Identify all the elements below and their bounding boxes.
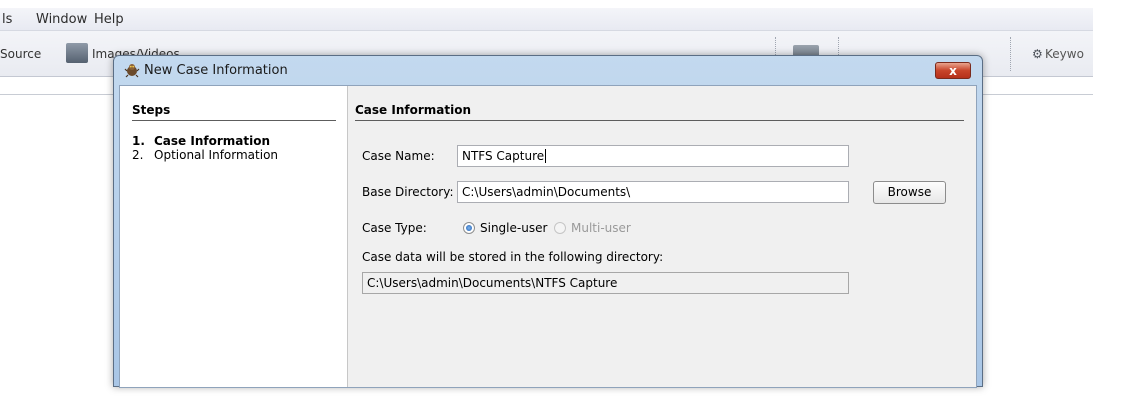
menu-help[interactable]: Help: [94, 12, 124, 27]
text-cursor: [545, 149, 547, 163]
case-name-value: NTFS Capture: [462, 149, 545, 163]
app-right-panel: [982, 77, 1094, 377]
dialog-titlebar[interactable]: New Case Information x: [114, 56, 982, 84]
step-case-information: 1. Case Information: [132, 134, 270, 148]
case-name-field[interactable]: NTFS Capture: [457, 145, 849, 167]
menu-window[interactable]: Window: [36, 12, 87, 27]
case-name-label: Case Name:: [362, 149, 435, 163]
step-number: 1.: [132, 134, 145, 148]
step-label: Optional Information: [154, 148, 279, 162]
app-left-header: [0, 77, 117, 95]
close-button[interactable]: x: [935, 62, 971, 79]
toolbar-source[interactable]: Source: [0, 47, 41, 61]
dialog-content: Steps 1. Case Information 2. Optional Info…: [119, 85, 977, 388]
multi-user-radio: [554, 222, 566, 234]
step-number: 2.: [132, 148, 144, 162]
dialog-title: New Case Information: [144, 63, 288, 78]
case-information-pane: Case Information Case Name: NTFS Capture…: [348, 86, 976, 387]
multi-user-label: Multi-user: [571, 221, 631, 235]
images-icon[interactable]: [66, 43, 88, 63]
case-type-label: Case Type:: [362, 221, 427, 235]
new-case-dialog: New Case Information x Steps 1. Case Info…: [113, 55, 983, 388]
storage-note: Case data will be stored in the followin…: [362, 250, 664, 264]
single-user-radio[interactable]: [463, 222, 475, 234]
close-icon: x: [949, 64, 957, 78]
toolbar-separator: [1010, 37, 1012, 71]
menu-tools[interactable]: ls: [2, 12, 12, 27]
case-information-heading: Case Information: [355, 103, 964, 121]
steps-heading: Steps: [132, 103, 336, 121]
app-left-panel: [0, 77, 118, 377]
storage-path-field: C:\Users\admin\Documents\NTFS Capture: [362, 272, 849, 294]
steps-pane: Steps 1. Case Information 2. Optional Info…: [120, 86, 348, 387]
browse-button[interactable]: Browse: [873, 181, 946, 204]
app-menubar: ls Window Help: [0, 8, 1093, 31]
keyword-search-icon[interactable]: ⚙: [1032, 47, 1043, 61]
autopsy-icon: [124, 64, 140, 78]
single-user-label[interactable]: Single-user: [480, 221, 547, 235]
base-directory-field[interactable]: C:\Users\admin\Documents\: [457, 181, 849, 203]
keyword-search-label[interactable]: Keywo: [1045, 47, 1084, 61]
base-directory-label: Base Directory:: [362, 185, 454, 199]
step-optional-information: 2. Optional Information: [132, 148, 278, 162]
app-right-header: [982, 77, 1093, 95]
step-label: Case Information: [154, 134, 270, 148]
